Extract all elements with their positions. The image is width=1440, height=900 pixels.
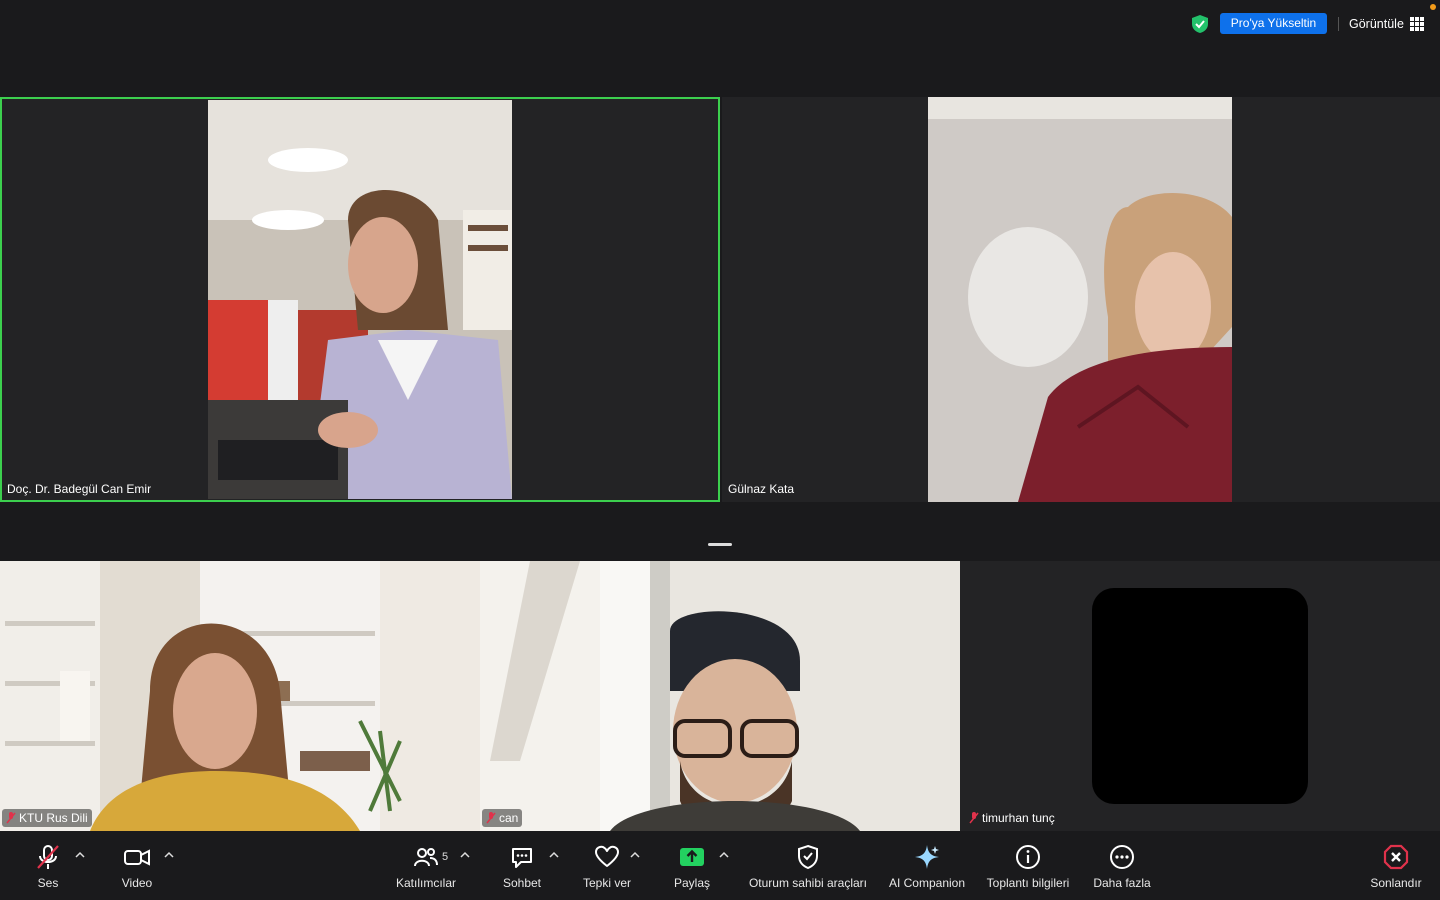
participant-name-tag: KTU Rus Dili [2, 809, 92, 827]
ai-companion-label: AI Companion [888, 876, 966, 890]
participant-tile-ktu[interactable]: KTU Rus Dili [0, 561, 480, 831]
more-label: Daha fazla [1093, 876, 1151, 890]
heart-icon [595, 845, 619, 867]
participant-tile-badegul[interactable]: Doç. Dr. Badegül Can Emir [0, 97, 720, 502]
view-button[interactable]: Görüntüle [1349, 15, 1424, 33]
video-options-caret-icon[interactable] [163, 850, 175, 860]
meeting-toolbar: Ses Video Katılımcılar 5 Sohbet Tepki ve… [0, 832, 1440, 900]
muted-mic-icon [486, 812, 496, 824]
participant-tile-timurhan[interactable]: timurhan tunç [960, 561, 1440, 831]
grid-view-icon [1409, 17, 1424, 31]
participants-label: Katılımcılar [395, 876, 456, 890]
share-label: Paylaş [673, 876, 711, 890]
host-tools-button[interactable]: Oturum sahibi araçları [744, 844, 872, 890]
end-x-icon [1383, 844, 1409, 870]
chat-label: Sohbet [502, 876, 542, 890]
host-tools-shield-icon [798, 844, 818, 870]
notification-dot [1430, 4, 1436, 10]
participants-options-caret-icon[interactable] [459, 850, 471, 860]
participant-name: timurhan tunç [982, 811, 1055, 825]
share-screen-icon [680, 848, 704, 866]
participant-name-tag: can [482, 809, 523, 827]
more-dots-icon [1110, 845, 1134, 869]
share-options-caret-icon[interactable] [718, 850, 730, 860]
ai-sparkle-icon [915, 845, 939, 869]
meeting-info-button[interactable]: Toplantı bilgileri [982, 844, 1074, 890]
participant-name-tag: Gülnaz Kata [724, 480, 798, 498]
host-tools-label: Oturum sahibi araçları [748, 876, 868, 890]
participant-video [208, 100, 512, 499]
react-options-caret-icon[interactable] [629, 850, 641, 860]
end-label: Sonlandır [1370, 876, 1422, 890]
resize-handle[interactable] [708, 543, 732, 546]
audio-options-caret-icon[interactable] [74, 850, 86, 860]
avatar-placeholder [1092, 588, 1308, 804]
info-icon [1016, 845, 1040, 869]
meeting-info-label: Toplantı bilgileri [986, 876, 1070, 890]
participants-count: 5 [442, 851, 449, 863]
participant-tile-can[interactable]: can [480, 561, 960, 831]
video-camera-icon [124, 849, 150, 866]
participant-name-tag: timurhan tunç [965, 809, 1059, 827]
divider [1338, 17, 1339, 31]
ai-companion-button[interactable]: AI Companion [886, 844, 968, 890]
upgrade-pro-button[interactable]: Pro'ya Yükseltin [1220, 13, 1327, 34]
participant-tile-gulnaz[interactable]: Gülnaz Kata [722, 97, 1440, 502]
muted-mic-icon [6, 812, 16, 824]
view-label: Görüntüle [1349, 17, 1404, 31]
end-meeting-button[interactable]: Sonlandır [1366, 844, 1426, 890]
video-label: Video [121, 876, 153, 890]
participant-video [0, 561, 480, 831]
participant-name: Doç. Dr. Badegül Can Emir [7, 482, 152, 496]
participants-icon [414, 848, 438, 867]
share-screen-button[interactable]: Paylaş [672, 844, 712, 890]
participant-name: can [499, 811, 519, 825]
react-label: Tepki ver [582, 876, 632, 890]
participant-name: KTU Rus Dili [19, 811, 88, 825]
more-button[interactable]: Daha fazla [1090, 844, 1154, 890]
chat-bubble-icon [512, 848, 532, 868]
chat-options-caret-icon[interactable] [548, 850, 560, 860]
participant-video [928, 97, 1232, 502]
react-button[interactable]: Tepki ver [580, 844, 634, 890]
top-bar: Pro'ya Yükseltin Görüntüle [0, 0, 1440, 48]
participant-name-tag: Doç. Dr. Badegül Can Emir [3, 480, 155, 498]
security-shield-icon[interactable] [1190, 14, 1210, 34]
participants-button[interactable]: Katılımcılar [394, 844, 458, 890]
audio-label: Ses [37, 876, 59, 890]
muted-mic-icon [37, 845, 59, 869]
muted-mic-icon [969, 812, 979, 824]
participant-name: Gülnaz Kata [728, 482, 795, 496]
video-button[interactable]: Video [120, 844, 154, 890]
chat-button[interactable]: Sohbet [501, 844, 543, 890]
audio-button[interactable]: Ses [33, 844, 63, 890]
participant-video [480, 561, 960, 831]
